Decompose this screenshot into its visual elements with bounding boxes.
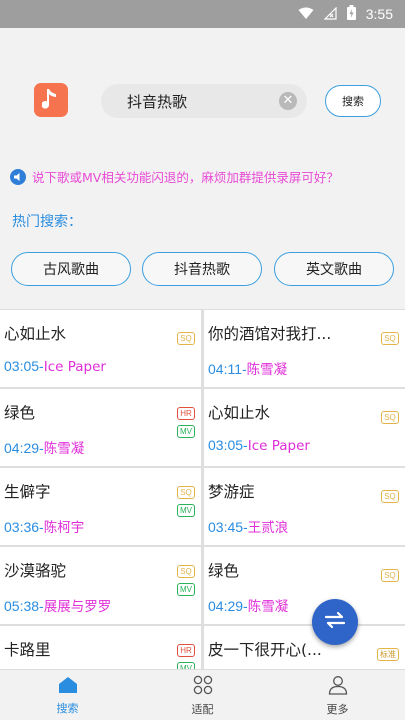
- song-card[interactable]: 沙漠骆驼 SQ MV 05:38-展展与罗罗: [0, 547, 201, 624]
- song-card[interactable]: 绿色 SQ 04:29-陈雪凝: [204, 547, 405, 624]
- sq-badge: SQ: [177, 332, 195, 345]
- user-icon: [328, 675, 348, 699]
- song-artist: Ice Paper: [247, 438, 310, 454]
- mv-badge: MV: [177, 583, 195, 596]
- search-input[interactable]: 抖音热歌 ✕: [101, 84, 307, 118]
- nav-search[interactable]: 搜索: [0, 670, 135, 720]
- hot-search-title: 热门搜索：: [12, 214, 82, 230]
- song-duration: 05:38: [4, 598, 40, 614]
- bottom-nav: 搜索 适配 更多: [0, 669, 405, 720]
- song-card[interactable]: 心如止水 SQ 03:05-Ice Paper: [204, 389, 405, 466]
- song-card[interactable]: 梦游症 SQ 03:45-王贰浪: [204, 468, 405, 545]
- sq-badge: SQ: [381, 332, 399, 345]
- song-meta: 03:05-Ice Paper: [208, 437, 310, 454]
- hot-tag-gufeng[interactable]: 古风歌曲: [11, 252, 131, 286]
- search-input-value: 抖音热歌: [127, 92, 188, 111]
- notice-banner: 说下歌或MV相关功能闪退的，麻烦加群提供录屏可好？: [10, 167, 339, 186]
- song-title: 沙漠骆驼: [4, 562, 67, 580]
- mv-badge: MV: [177, 425, 195, 438]
- hr-badge: HR: [177, 644, 195, 657]
- song-card[interactable]: 卡路里 HR MV: [0, 626, 201, 669]
- notice-text: 说下歌或MV相关功能闪退的，麻烦加群提供录屏可好？: [32, 170, 339, 185]
- song-meta: 05:38-展展与罗罗: [4, 598, 112, 615]
- song-artist: Ice Paper: [43, 359, 106, 375]
- grid-icon: [193, 675, 213, 699]
- song-artist: 展展与罗罗: [43, 599, 112, 615]
- standard-badge: 标准: [377, 648, 399, 661]
- song-duration: 03:05: [208, 437, 244, 453]
- sq-badge: SQ: [381, 569, 399, 582]
- nav-label: 适配: [191, 702, 214, 716]
- sq-badge: SQ: [177, 565, 195, 578]
- nav-label: 搜索: [56, 701, 79, 715]
- song-card[interactable]: 皮一下很开心(... 标准: [204, 626, 405, 669]
- sq-badge: SQ: [381, 490, 399, 503]
- sq-badge: SQ: [177, 486, 195, 499]
- song-artist: 陈雪凝: [247, 599, 289, 615]
- search-button[interactable]: 搜索: [325, 85, 381, 117]
- song-duration: 03:45: [208, 519, 244, 535]
- song-artist: 王贰浪: [247, 520, 289, 536]
- wifi-icon: [298, 5, 314, 24]
- song-meta: 03:45-王贰浪: [208, 519, 289, 536]
- song-title: 梦游症: [208, 483, 255, 501]
- song-card[interactable]: 绿色 HR MV 04:29-陈雪凝: [0, 389, 201, 466]
- music-app-icon: [34, 83, 68, 117]
- song-title: 绿色: [208, 562, 240, 580]
- song-title: 心如止水: [4, 325, 67, 343]
- song-card[interactable]: 生僻字 SQ MV 03:36-陈柯宇: [0, 468, 201, 545]
- song-title: 卡路里: [4, 641, 51, 659]
- clear-icon[interactable]: ✕: [279, 92, 297, 110]
- nav-label: 更多: [326, 702, 349, 716]
- song-title: 你的酒馆对我打...: [208, 325, 332, 343]
- song-card[interactable]: 心如止水 SQ 03:05-Ice Paper: [0, 310, 201, 387]
- switch-fab-button[interactable]: [312, 599, 358, 645]
- song-card[interactable]: 你的酒馆对我打... SQ 04:11-陈雪凝: [204, 310, 405, 387]
- song-duration: 04:29: [4, 440, 40, 456]
- battery-icon: [346, 4, 356, 24]
- status-time: 3:55: [365, 6, 393, 22]
- nav-adapt[interactable]: 适配: [135, 670, 270, 720]
- speaker-icon: [10, 168, 26, 185]
- no-signal-icon: [323, 5, 337, 24]
- song-duration: 03:36: [4, 519, 40, 535]
- song-meta: 03:05-Ice Paper: [4, 358, 106, 375]
- song-title: 生僻字: [4, 483, 51, 501]
- song-meta: 04:11-陈雪凝: [208, 361, 288, 378]
- sq-badge: SQ: [381, 411, 399, 424]
- song-title: 心如止水: [208, 404, 271, 422]
- hot-tag-english[interactable]: 英文歌曲: [274, 252, 394, 286]
- status-bar: 3:55: [0, 0, 405, 28]
- song-duration: 04:11: [208, 361, 242, 377]
- song-meta: 04:29-陈雪凝: [4, 440, 85, 457]
- hr-badge: HR: [177, 407, 195, 420]
- song-duration: 03:05: [4, 358, 40, 374]
- mv-badge: MV: [177, 662, 195, 669]
- song-artist: 陈雪凝: [43, 441, 85, 457]
- swap-arrows-icon: [323, 609, 347, 635]
- song-duration: 04:29: [208, 598, 244, 614]
- song-title: 绿色: [4, 404, 36, 422]
- nav-more[interactable]: 更多: [270, 670, 405, 720]
- song-meta: 03:36-陈柯宇: [4, 519, 85, 536]
- hot-tag-douyin[interactable]: 抖音热歌: [142, 252, 262, 286]
- song-artist: 陈雪凝: [246, 362, 288, 378]
- home-icon: [58, 676, 78, 698]
- song-artist: 陈柯宇: [43, 520, 85, 536]
- song-title: 皮一下很开心(...: [208, 641, 322, 659]
- mv-badge: MV: [177, 504, 195, 517]
- song-meta: 04:29-陈雪凝: [208, 598, 289, 615]
